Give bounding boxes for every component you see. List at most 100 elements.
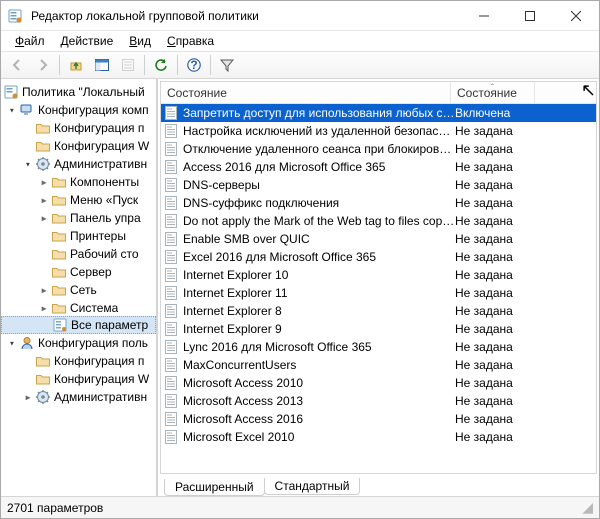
- chevron-right-icon[interactable]: [37, 304, 51, 313]
- chevron-right-icon[interactable]: [37, 214, 51, 223]
- toolbar-sep: [177, 55, 178, 75]
- row-name: Internet Explorer 8: [183, 304, 455, 318]
- chevron-right-icon[interactable]: [37, 196, 51, 205]
- toolbar-sep: [210, 55, 211, 75]
- list-row[interactable]: Запретить доступ для использования любых…: [161, 104, 596, 122]
- row-state: Не задана: [455, 304, 533, 318]
- list-row[interactable]: Microsoft Excel 2010Не задана: [161, 428, 596, 446]
- up-level-button[interactable]: [64, 53, 88, 77]
- view-tabs: Расширенный Стандартный: [158, 476, 599, 496]
- list-row[interactable]: DNS-серверыНе задана: [161, 176, 596, 194]
- folder-icon: [51, 228, 67, 244]
- folder-icon: [52, 317, 68, 333]
- tree-node-admin_tpl_u[interactable]: Административн: [1, 388, 156, 406]
- row-name: DNS-серверы: [183, 178, 455, 192]
- column-name[interactable]: Состояние: [161, 82, 451, 103]
- list-row[interactable]: Настройка исключений из удаленной безопа…: [161, 122, 596, 140]
- folder-icon: [51, 210, 67, 226]
- folder-icon: [35, 389, 51, 405]
- menu-file[interactable]: Файл: [7, 33, 53, 49]
- menu-view[interactable]: Вид: [121, 33, 159, 49]
- help-button[interactable]: ?: [182, 53, 206, 77]
- nav-forward-button[interactable]: [31, 53, 55, 77]
- tree-node-server[interactable]: Сервер: [1, 263, 156, 281]
- mouse-cursor-icon: ↖: [581, 81, 596, 99]
- filter-button[interactable]: [215, 53, 239, 77]
- list-row[interactable]: Lync 2016 для Microsoft Office 365Не зад…: [161, 338, 596, 356]
- chevron-right-icon[interactable]: [21, 393, 35, 402]
- column-state[interactable]: ˆСостояние: [451, 82, 535, 103]
- policy-icon: [163, 213, 179, 229]
- list-row[interactable]: Microsoft Access 2016Не задана: [161, 410, 596, 428]
- tree-node-start_menu[interactable]: Меню «Пуск: [1, 191, 156, 209]
- folder-icon: [51, 282, 67, 298]
- chevron-down-icon[interactable]: [5, 339, 19, 348]
- refresh-button[interactable]: [149, 53, 173, 77]
- row-state: Не задана: [455, 214, 533, 228]
- tree-node-network[interactable]: Сеть: [1, 281, 156, 299]
- nav-back-button[interactable]: [5, 53, 29, 77]
- list-row[interactable]: Microsoft Access 2010Не задана: [161, 374, 596, 392]
- list-row[interactable]: DNS-суффикс подключенияНе задана: [161, 194, 596, 212]
- row-state: Не задана: [455, 412, 533, 426]
- tree-root[interactable]: Политика "Локальный: [1, 83, 156, 101]
- row-name: Отключение удаленного сеанса при блокиро…: [183, 142, 455, 156]
- chevron-down-icon[interactable]: [21, 160, 35, 169]
- list-row[interactable]: Access 2016 для Microsoft Office 365Не з…: [161, 158, 596, 176]
- row-name: Internet Explorer 11: [183, 286, 455, 300]
- tree-node-printers[interactable]: Принтеры: [1, 227, 156, 245]
- tree-node-cfg_win_c[interactable]: Конфигурация W: [1, 137, 156, 155]
- list-row[interactable]: Отключение удаленного сеанса при блокиро…: [161, 140, 596, 158]
- list-row[interactable]: Excel 2016 для Microsoft Office 365Не за…: [161, 248, 596, 266]
- show-hide-tree-button[interactable]: [90, 53, 114, 77]
- list-row[interactable]: Internet Explorer 10Не задана: [161, 266, 596, 284]
- tab-extended[interactable]: Расширенный: [164, 479, 265, 496]
- policy-icon: [163, 429, 179, 445]
- folder-icon: [35, 138, 51, 154]
- policy-icon: [163, 159, 179, 175]
- tree-node-system[interactable]: Система: [1, 299, 156, 317]
- user-config-icon: [19, 335, 35, 351]
- row-state: Не задана: [455, 358, 533, 372]
- menu-action[interactable]: Действие: [53, 33, 122, 49]
- tree-cfg-user[interactable]: Конфигурация поль: [1, 334, 156, 352]
- folder-icon: [51, 264, 67, 280]
- policy-icon: [163, 375, 179, 391]
- list-row[interactable]: Internet Explorer 8Не задана: [161, 302, 596, 320]
- resize-grip-icon[interactable]: ◢: [582, 499, 593, 516]
- computer-config-icon: [19, 102, 35, 118]
- tab-standard[interactable]: Стандартный: [264, 478, 361, 495]
- row-state: Не задана: [455, 142, 533, 156]
- tree-node-cfg_soft_u[interactable]: Конфигурация п: [1, 352, 156, 370]
- tree-node-desktop[interactable]: Рабочий сто: [1, 245, 156, 263]
- list-row[interactable]: Microsoft Access 2013Не задана: [161, 392, 596, 410]
- tree-node-cfg_win_u[interactable]: Конфигурация W: [1, 370, 156, 388]
- menu-help[interactable]: Справка: [159, 33, 222, 49]
- list-row[interactable]: MaxConcurrentUsersНе задана: [161, 356, 596, 374]
- tree-node-components[interactable]: Компоненты: [1, 173, 156, 191]
- toolbar-sep: [59, 55, 60, 75]
- list-row[interactable]: Do not apply the Mark of the Web tag to …: [161, 212, 596, 230]
- close-button[interactable]: [553, 1, 599, 31]
- tree-cfg-computer[interactable]: Конфигурация комп: [1, 101, 156, 119]
- policy-icon: [163, 357, 179, 373]
- menu-bar: Файл Действие Вид Справка: [1, 31, 599, 51]
- list-row[interactable]: Internet Explorer 11Не задана: [161, 284, 596, 302]
- tree-node-cfg_soft_c[interactable]: Конфигурация п: [1, 119, 156, 137]
- list-row[interactable]: Internet Explorer 9Не задана: [161, 320, 596, 338]
- chevron-right-icon[interactable]: [37, 286, 51, 295]
- chevron-down-icon[interactable]: [5, 106, 19, 115]
- row-state: Не задана: [455, 394, 533, 408]
- chevron-right-icon[interactable]: [37, 178, 51, 187]
- row-name: Internet Explorer 10: [183, 268, 455, 282]
- list-row[interactable]: Enable SMB over QUICНе задана: [161, 230, 596, 248]
- tree-node-ctrl_panel[interactable]: Панель упра: [1, 209, 156, 227]
- tree-node-all_params[interactable]: Все параметр: [1, 316, 156, 334]
- list-body[interactable]: Запретить доступ для использования любых…: [161, 104, 596, 473]
- nav-tree[interactable]: Политика "Локальный Конфигурация комп Ко…: [1, 79, 158, 496]
- row-name: Microsoft Access 2016: [183, 412, 455, 426]
- export-list-button[interactable]: [116, 53, 140, 77]
- maximize-button[interactable]: [507, 1, 553, 31]
- minimize-button[interactable]: [461, 1, 507, 31]
- tree-node-admin_tpl_c[interactable]: Административн: [1, 155, 156, 173]
